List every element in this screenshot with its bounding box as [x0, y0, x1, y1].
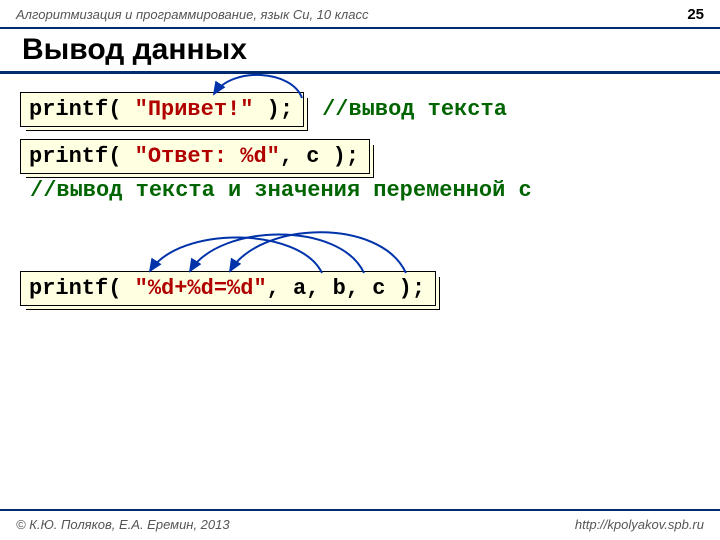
- fn-name: printf: [29, 144, 108, 169]
- footer-url: http://kpolyakov.spb.ru: [575, 517, 704, 532]
- example-3-row: printf( "%d+%d=%d", a, b, c );: [20, 271, 700, 306]
- string-literal: "Ответ: %d": [135, 144, 280, 169]
- course-label: Алгоритмизация и программирование, язык …: [16, 7, 368, 22]
- args: , a, b, c );: [267, 276, 425, 301]
- paren-open: (: [108, 276, 134, 301]
- copyright: © К.Ю. Поляков, Е.А. Еремин, 2013: [16, 517, 230, 532]
- paren-open: (: [108, 144, 134, 169]
- header-bar: Алгоритмизация и программирование, язык …: [0, 0, 720, 29]
- fn-name: printf: [29, 276, 108, 301]
- code-box-3: printf( "%d+%d=%d", a, b, c );: [20, 271, 436, 306]
- paren-open: (: [108, 97, 134, 122]
- string-literal: "%d+%d=%d": [135, 276, 267, 301]
- paren-close: );: [253, 97, 293, 122]
- slide-title: Вывод данных: [0, 29, 720, 74]
- page-number: 25: [687, 6, 704, 23]
- footer-bar: © К.Ю. Поляков, Е.А. Еремин, 2013 http:/…: [0, 509, 720, 540]
- content-area: printf( "Привет!" ); //вывод текста prin…: [0, 92, 720, 306]
- comment-1: //вывод текста: [322, 97, 507, 122]
- example-2-row: printf( "Ответ: %d", c );: [20, 139, 700, 174]
- comment-2: //вывод текста и значения переменной c: [20, 174, 700, 217]
- fn-name: printf: [29, 97, 108, 122]
- string-literal: "Привет!": [135, 97, 254, 122]
- code-box-1: printf( "Привет!" );: [20, 92, 304, 127]
- code-box-2: printf( "Ответ: %d", c );: [20, 139, 370, 174]
- example-1-row: printf( "Привет!" ); //вывод текста: [20, 92, 700, 127]
- args: , c );: [280, 144, 359, 169]
